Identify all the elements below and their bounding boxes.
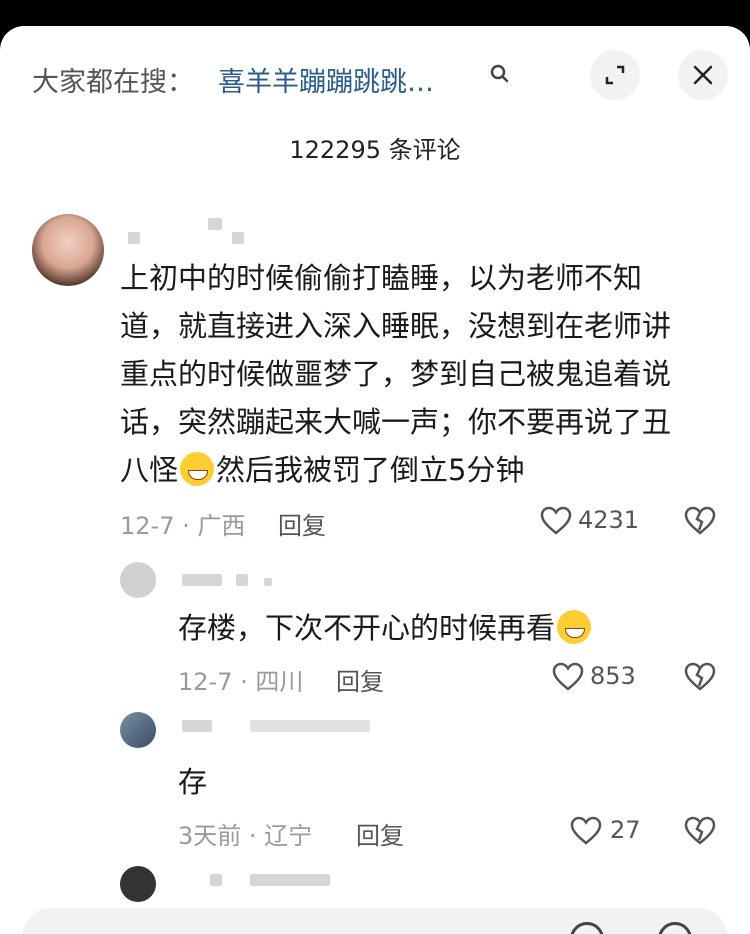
comment-line: 重点的时候做噩梦了，梦到自己被鬼追着说 [120, 357, 672, 391]
emoji-picker-icon[interactable] [658, 922, 692, 934]
reply-button[interactable]: 回复 [336, 662, 384, 697]
username-blurred [208, 218, 222, 230]
rofl-emoji-icon [557, 610, 592, 644]
close-button[interactable] [678, 50, 728, 100]
comment-line: 八怪 然后我被罚了倒立5分钟 [120, 446, 720, 494]
like-count: 4231 [578, 506, 640, 534]
username-blurred [210, 874, 222, 886]
comment-header: 大家都在搜： 喜羊羊蹦蹦跳跳… [0, 26, 750, 126]
comment-line: 存楼，下次不开心的时候再看 [178, 611, 556, 645]
comment-line: 道，就直接进入深入睡眠，没想到在老师讲 [120, 309, 672, 343]
avatar[interactable] [120, 712, 156, 748]
comment-count: 122295 条评论 [289, 136, 461, 164]
comment-sheet: 大家都在搜： 喜羊羊蹦蹦跳跳… 122295 条评论 上初中的时候偷偷打瞌睡，以… [0, 26, 750, 934]
comment-line-part: 八怪 [120, 453, 179, 487]
avatar[interactable] [32, 214, 104, 286]
comment-meta: 12-7 · 四川 [178, 668, 304, 696]
avatar[interactable] [120, 562, 156, 598]
comment-line-part: 然后我被罚了倒立5分钟 [216, 453, 525, 487]
broken-heart-icon[interactable] [684, 662, 716, 692]
hot-search-label: 大家都在搜： [32, 67, 194, 98]
username-blurred [250, 720, 370, 732]
comment-line: 上初中的时候偷偷打瞌睡，以为老师不知 [120, 261, 643, 295]
like-count: 27 [610, 816, 641, 844]
comment-line: 话，突然蹦起来大喊一声；你不要再说了丑 [120, 405, 672, 439]
username-blurred[interactable] [128, 232, 140, 244]
avatar[interactable] [120, 866, 156, 902]
at-mention-icon[interactable] [570, 922, 604, 934]
heart-icon[interactable] [570, 816, 602, 846]
username-blurred [264, 578, 272, 586]
comment-text: 存 [178, 765, 208, 799]
reply-button[interactable]: 回复 [356, 816, 404, 851]
username-blurred [250, 874, 330, 886]
hot-search-link[interactable]: 喜羊羊蹦蹦跳跳… [218, 60, 434, 99]
reply-button[interactable]: 回复 [278, 506, 326, 541]
comment-meta: 3天前 · 辽宁 [178, 822, 313, 850]
username-blurred [232, 232, 244, 244]
heart-icon[interactable] [552, 662, 584, 692]
comment-input-bar[interactable] [22, 908, 728, 934]
broken-heart-icon[interactable] [684, 816, 716, 846]
expand-icon [605, 65, 625, 85]
broken-heart-icon[interactable] [684, 506, 716, 536]
like-count: 853 [590, 662, 636, 690]
comment-text: 上初中的时候偷偷打瞌睡，以为老师不知 道，就直接进入深入睡眠，没想到在老师讲 重… [120, 254, 720, 494]
grinning-sweat-emoji-icon [180, 452, 215, 486]
expand-button[interactable] [590, 50, 640, 100]
comment-meta: 12-7 · 广西 [120, 512, 246, 540]
username-blurred [236, 574, 248, 586]
close-icon [693, 65, 713, 85]
search-icon[interactable] [488, 62, 512, 86]
username-blurred[interactable] [182, 720, 212, 732]
comment-text: 存楼，下次不开心的时候再看 [178, 604, 593, 652]
username-blurred[interactable] [182, 574, 222, 586]
heart-icon[interactable] [540, 506, 572, 536]
